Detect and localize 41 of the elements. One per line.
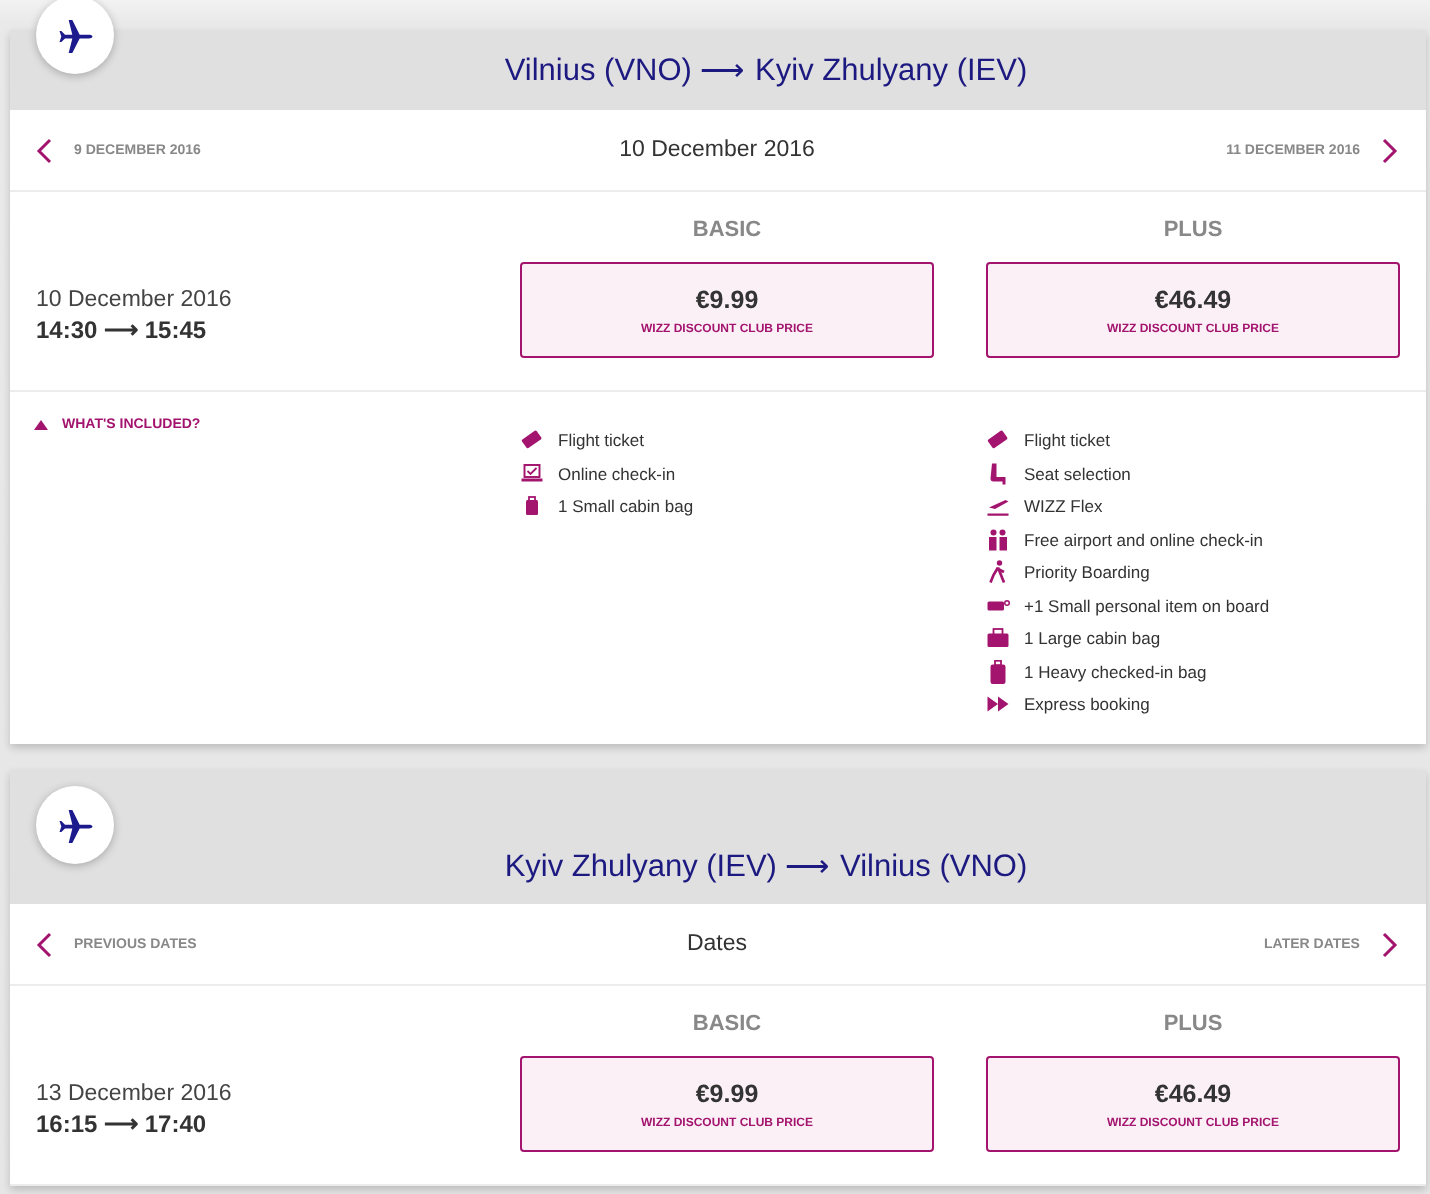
feature-text: Online check-in (558, 463, 676, 483)
price: €46.49 (1154, 285, 1232, 313)
flight-times: 14:30 ⟶ 15:45 (36, 316, 209, 344)
people-icon (986, 527, 1010, 551)
feature-text: Seat selection (1024, 463, 1131, 483)
fare-name: PLUS (1161, 218, 1225, 242)
flight-times: 16:15 ⟶ 17:40 (36, 1110, 209, 1138)
feature-text: 1 Heavy checked-in bag (1024, 661, 1207, 681)
feature-text: 1 Small cabin bag (558, 496, 694, 516)
fare-name: BASIC (690, 1012, 764, 1036)
laptop-icon (520, 461, 544, 485)
feature-text: 1 Large cabin bag (1024, 628, 1161, 648)
briefcase-icon (986, 626, 1010, 650)
plane-takeoff-icon (986, 494, 1010, 518)
current-date: Dates (686, 932, 748, 956)
fare-name: PLUS (1161, 1012, 1225, 1036)
feature-text: Flight ticket (558, 430, 644, 450)
bag-icon (520, 494, 544, 518)
feature-text: Express booking (1024, 694, 1150, 714)
feature-text: +1 Small personal item on board (1024, 595, 1270, 615)
walking-person-icon (986, 560, 1010, 584)
chevron-left-icon (36, 137, 52, 163)
feature-text: Flight ticket (1024, 430, 1110, 450)
route-title: Vilnius (VNO) ⟶ Kyiv Zhulyany (IEV) (504, 51, 1028, 89)
route-title: Kyiv Zhulyany (IEV) ⟶ Vilnius (VNO) (504, 848, 1028, 888)
fare-name: BASIC (690, 218, 764, 242)
fast-forward-icon (986, 692, 1010, 716)
flight-date: 13 December 2016 (36, 1082, 234, 1106)
current-date: 10 December 2016 (619, 138, 815, 162)
feature-text: WIZZ Flex (1024, 496, 1103, 516)
price: €9.99 (695, 285, 759, 313)
seat-icon (986, 461, 1010, 485)
suitcase-icon (986, 659, 1010, 683)
flight-date: 10 December 2016 (36, 288, 234, 312)
feature-text: Free airport and online check-in (1024, 529, 1264, 549)
chevron-right-icon (1382, 137, 1398, 163)
feature-text: Priority Boarding (1024, 562, 1150, 582)
price: €9.99 (695, 1079, 759, 1107)
price: €46.49 (1154, 1079, 1232, 1107)
chevron-left-icon (36, 931, 52, 957)
chevron-right-icon (1381, 931, 1398, 957)
